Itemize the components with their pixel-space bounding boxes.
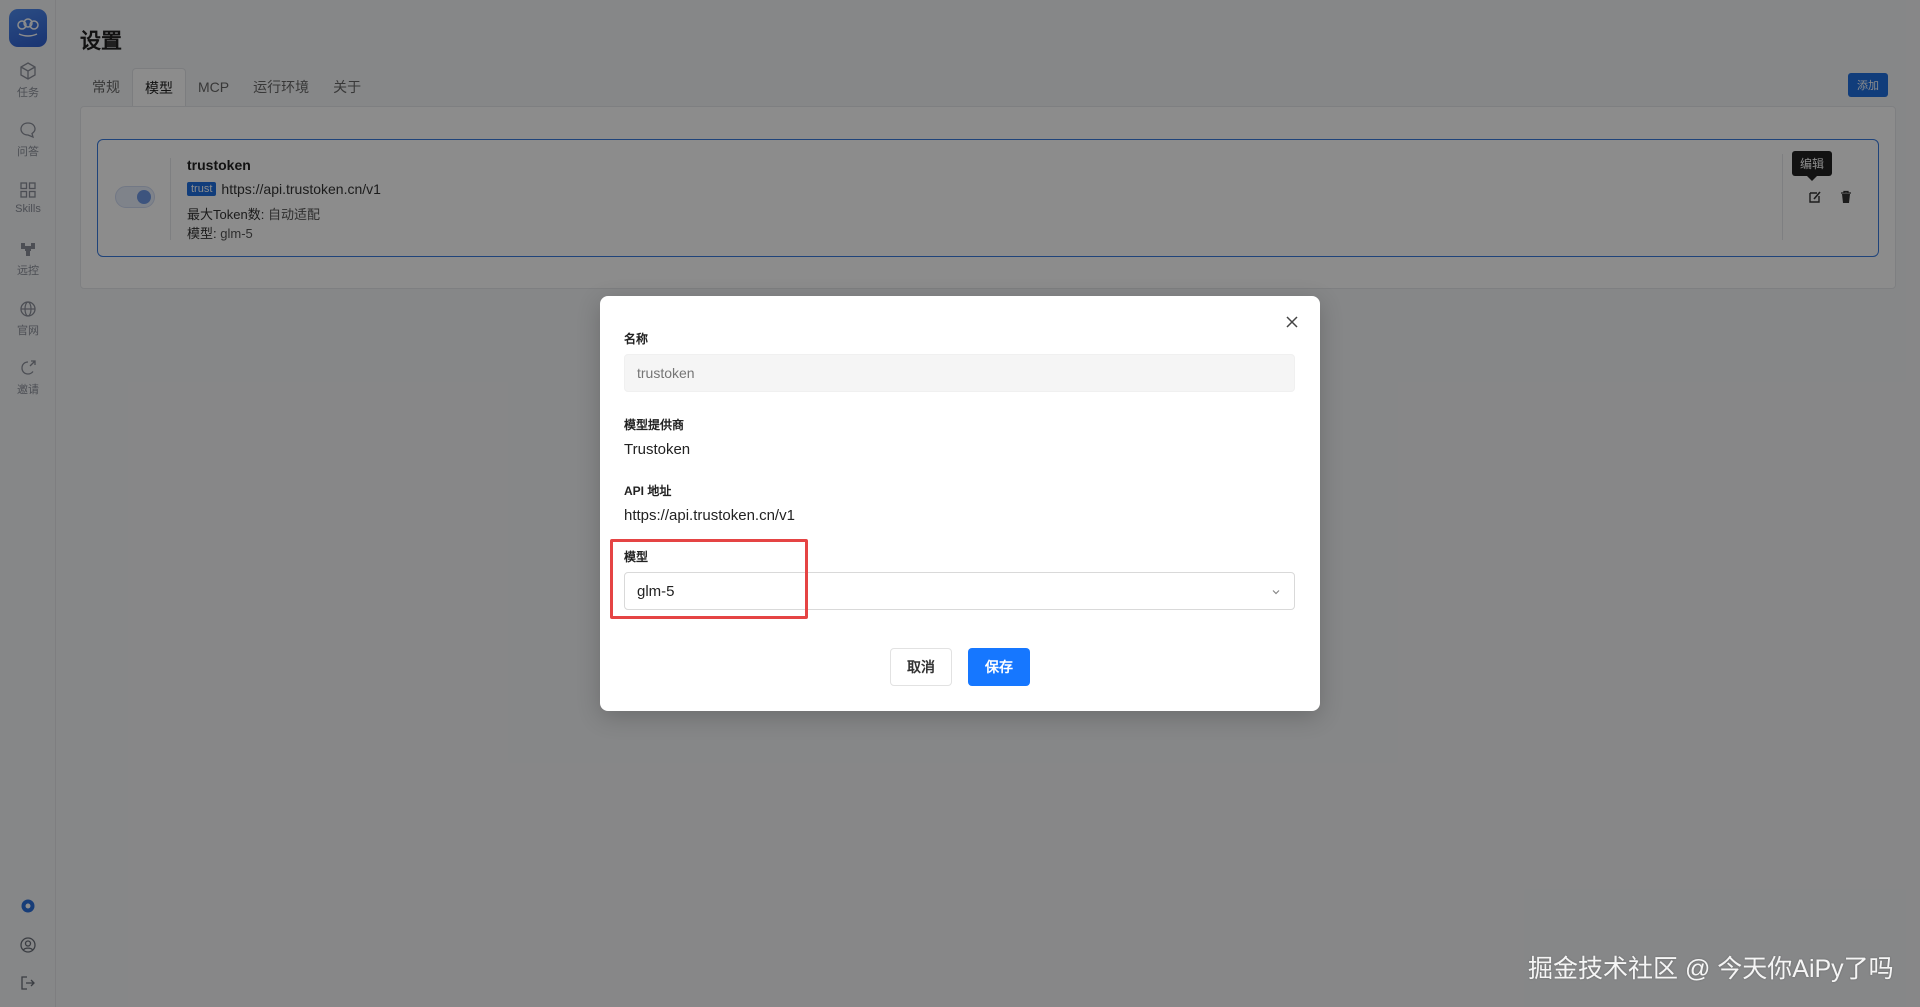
provider-value: Trustoken — [624, 441, 691, 458]
cancel-button[interactable]: 取消 — [890, 648, 952, 686]
watermark-text: 掘金技术社区 @ 今天你AiPy了吗 — [1528, 955, 1894, 983]
api-label: API 地址 — [624, 484, 672, 498]
model-select[interactable]: glm-5 — [624, 572, 1295, 610]
model-label: 模型 — [624, 550, 649, 564]
close-icon[interactable] — [1282, 312, 1302, 332]
provider-label: 模型提供商 — [624, 418, 685, 432]
chevron-down-icon — [1270, 585, 1282, 597]
api-value: https://api.trustoken.cn/v1 — [624, 507, 795, 524]
model-select-value: glm-5 — [637, 582, 675, 600]
edit-model-dialog: 名称 模型提供商 Trustoken API 地址 https://api.tr… — [600, 296, 1320, 711]
name-label: 名称 — [624, 332, 649, 346]
name-input[interactable] — [624, 354, 1295, 392]
save-button[interactable]: 保存 — [968, 648, 1030, 686]
